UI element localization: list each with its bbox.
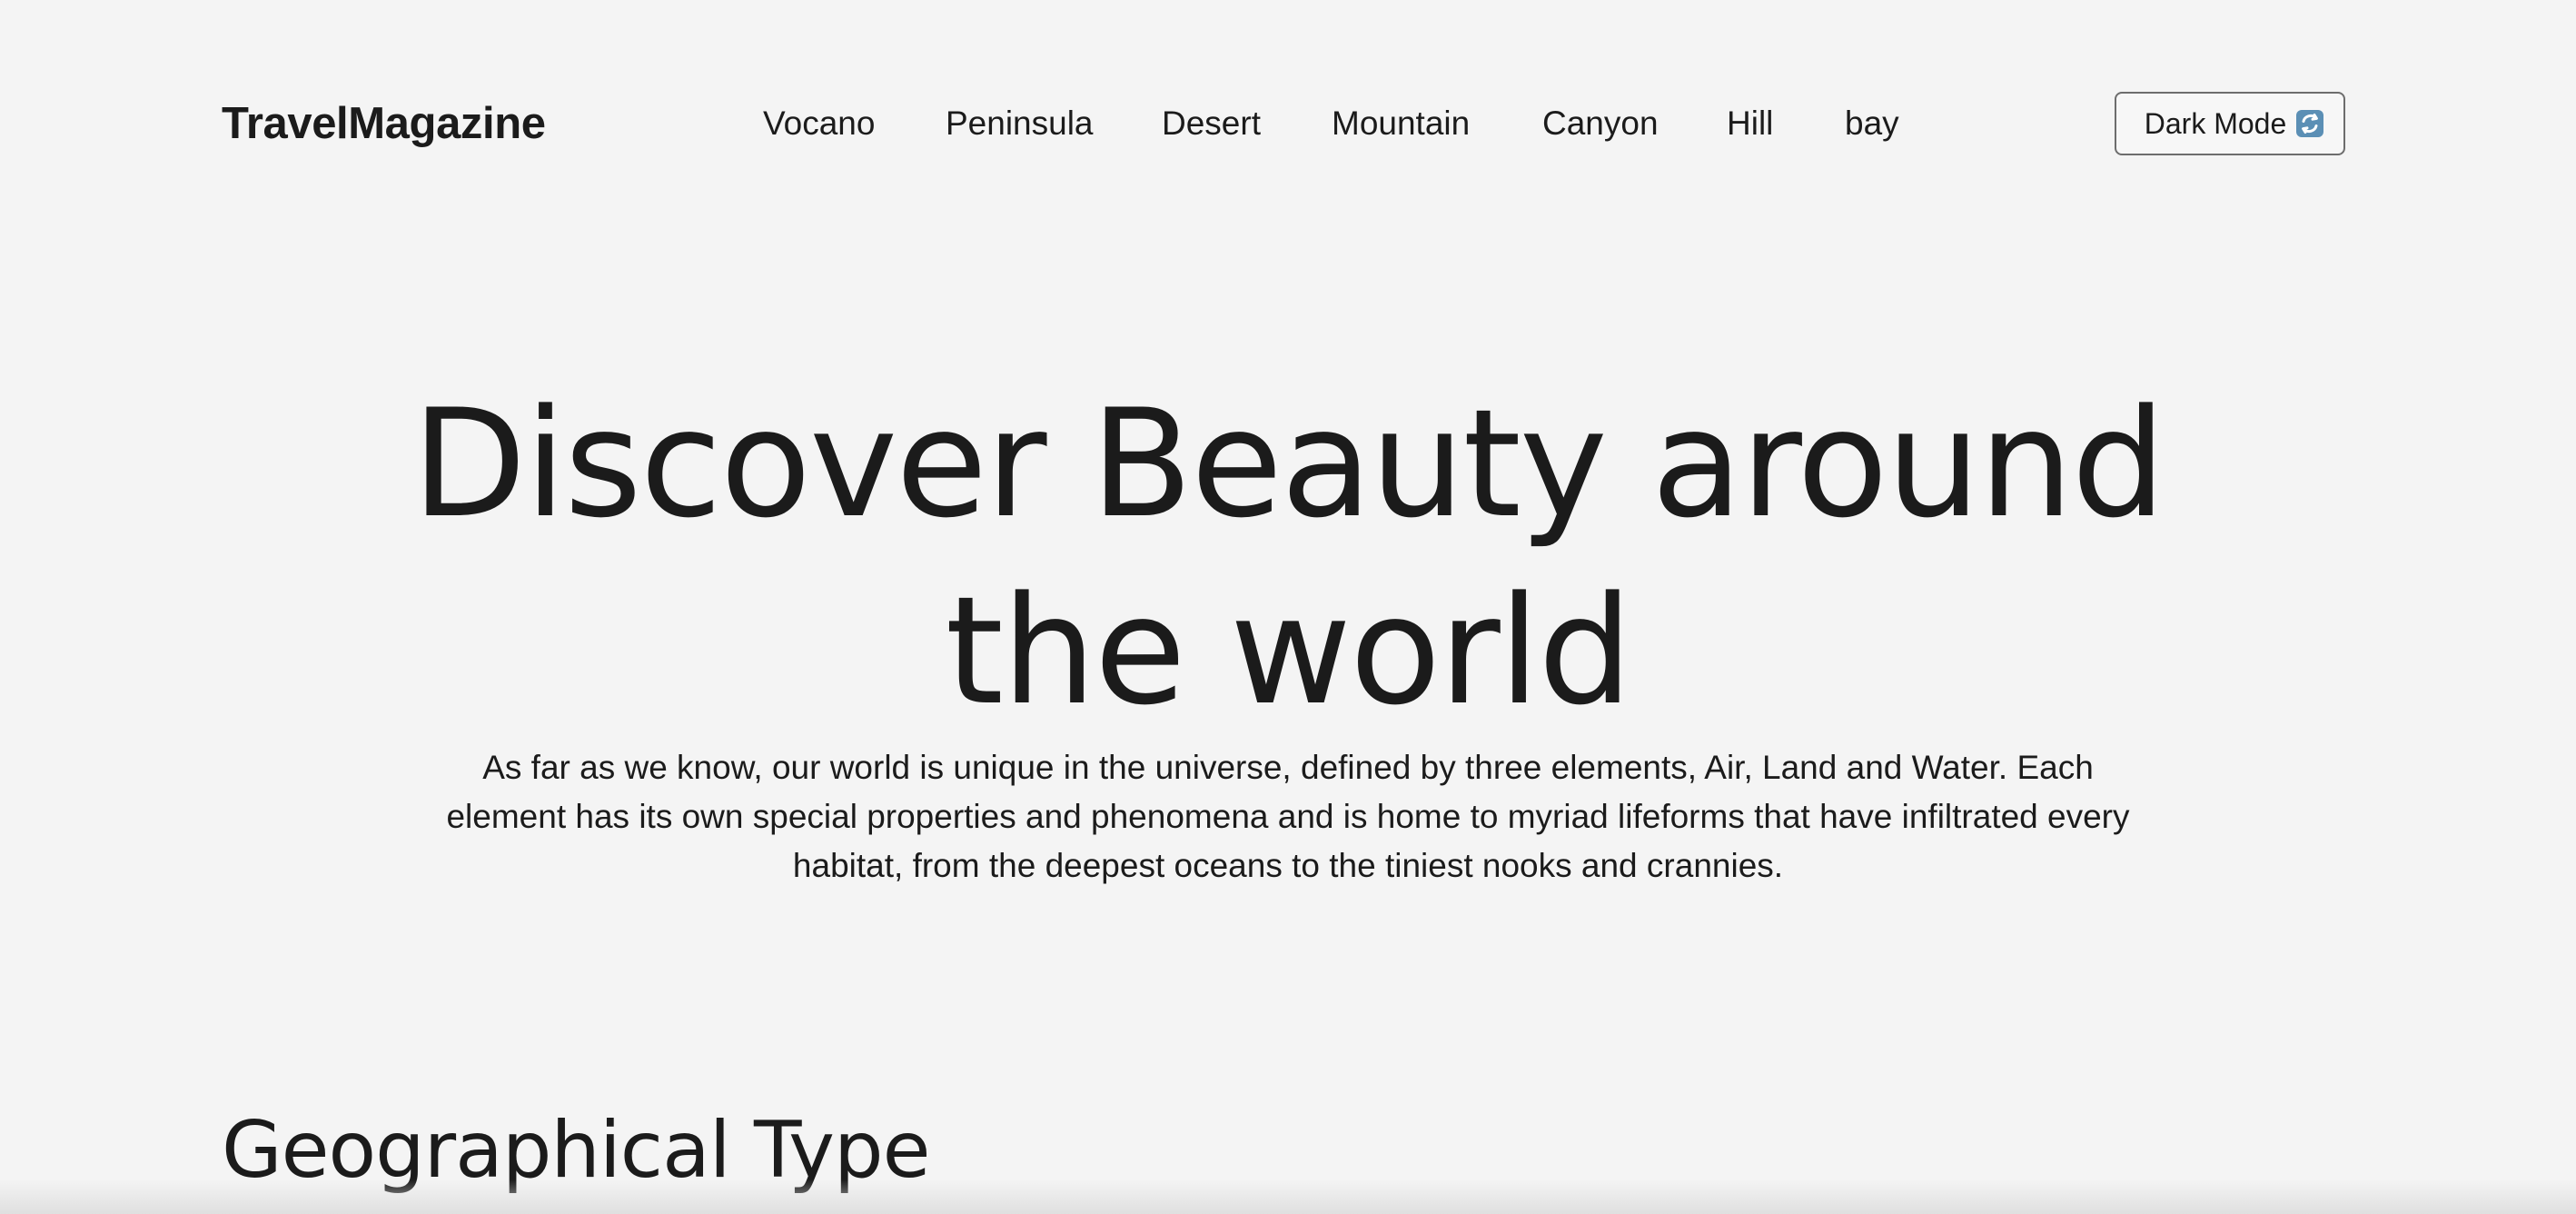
dark-mode-label: Dark Mode — [2144, 107, 2287, 140]
refresh-icon — [2295, 109, 2324, 138]
geographical-type-heading: Geographical Type — [222, 1105, 931, 1196]
hero-description: As far as we know, our world is unique i… — [446, 749, 2130, 884]
travel-magazine-page: TravelMagazine Vocano Peninsula Desert M… — [0, 0, 2576, 1214]
nav-link-vocano[interactable]: Vocano — [763, 95, 875, 153]
nav-link-mountain[interactable]: Mountain — [1332, 95, 1470, 153]
hero-title: Discover Beauty around the world — [411, 377, 2165, 738]
nav-link-hill[interactable]: Hill — [1727, 95, 1773, 153]
nav-link-canyon[interactable]: Canyon — [1542, 95, 1659, 153]
top-navigation: TravelMagazine Vocano Peninsula Desert M… — [0, 0, 2576, 247]
dark-mode-button[interactable]: Dark Mode — [2115, 92, 2345, 155]
nav-link-bay[interactable]: bay — [1845, 95, 1899, 153]
nav-link-desert[interactable]: Desert — [1162, 95, 1261, 153]
hero-section: Discover Beauty around the world As far … — [0, 336, 2576, 900]
nav-link-peninsula[interactable]: Peninsula — [946, 95, 1094, 153]
